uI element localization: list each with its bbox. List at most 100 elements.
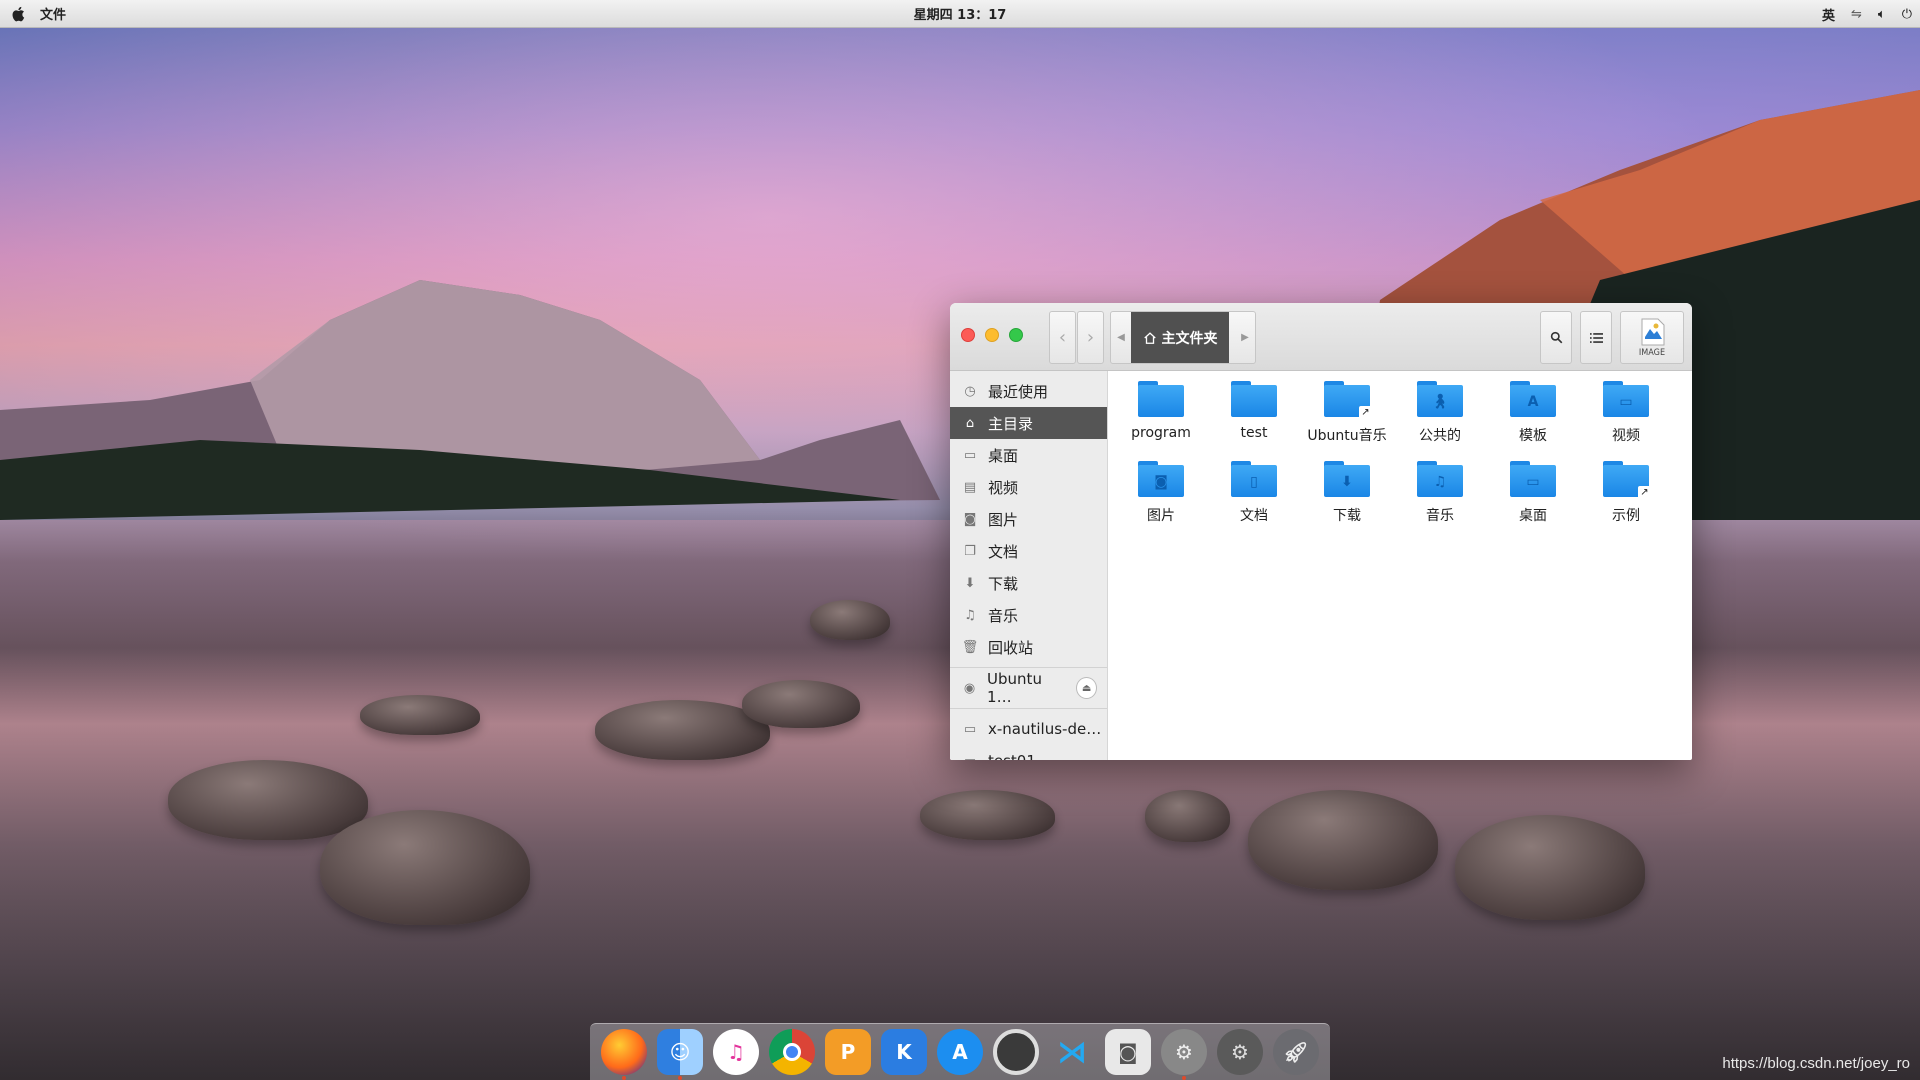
desktop-folder-icon: ▭ [1510, 461, 1556, 497]
sidebar-device-ubuntu[interactable]: ◉ Ubuntu 1… ⏏ [950, 670, 1107, 706]
network-icon[interactable]: ⇋ [1851, 7, 1862, 22]
forward-button[interactable]: › [1077, 311, 1104, 364]
system-settings-icon[interactable]: ⚙ [1161, 1029, 1207, 1080]
apple-logo-icon[interactable] [10, 5, 28, 23]
file-name: 文档 [1240, 508, 1268, 524]
kingsoft-writer-icon[interactable]: K [881, 1029, 927, 1075]
sidebar-bookmark[interactable]: ▭ x-nautilus-de… [950, 713, 1107, 745]
back-button[interactable]: ‹ [1049, 311, 1076, 364]
sidebar-item-recent[interactable]: ◷ 最近使用 [950, 375, 1107, 407]
music-icon: ♫ [964, 607, 976, 623]
sidebar-bookmark[interactable]: ▭ test01 [950, 745, 1107, 760]
breadcrumb-scroll-right[interactable]: ▶ [1235, 312, 1255, 363]
launchpad-rocket-icon[interactable]: 🚀︎ [1273, 1029, 1319, 1075]
system-tray: 英 ⇋ 🔈︎ ⏻ [1822, 5, 1912, 24]
clock-icon: ◷ [964, 383, 976, 399]
document-icon: ❐ [964, 543, 976, 559]
settings-gear-icon[interactable]: ⚙ [1217, 1029, 1263, 1075]
search-button[interactable] [1540, 311, 1572, 364]
eject-icon[interactable]: ⏏ [1076, 677, 1097, 699]
file-item[interactable]: ◙ 图片 [1118, 461, 1204, 525]
running-indicator [678, 1076, 682, 1080]
folder-icon [1231, 381, 1277, 417]
sidebar: ◷ 最近使用 ⌂ 主目录 ▭ 桌面 ▤ 视频 ◙ 图片 ❐ 文档 ⬇ 下载 ♫ 音乐 🗑︎ 回收站… [950, 371, 1108, 760]
sidebar-item-pictures[interactable]: ◙ 图片 [950, 503, 1107, 535]
power-icon[interactable]: ⏻ [1902, 7, 1912, 22]
file-item[interactable]: ↗ Ubuntu音乐 [1304, 381, 1390, 445]
maximize-window-button[interactable] [1009, 328, 1023, 342]
music-folder-icon: ♫ [1417, 461, 1463, 497]
file-item[interactable]: ▯ 文档 [1211, 461, 1297, 525]
image-button-label: IMAGE [1638, 348, 1666, 358]
dock: ☺ ♫ P K A ⋊ ◙ ⚙ ⚙ 🚀︎ [590, 1023, 1330, 1080]
file-item[interactable]: test [1211, 381, 1297, 441]
sidebar-item-label: 回收站 [988, 638, 1034, 657]
sidebar-item-videos[interactable]: ▤ 视频 [950, 471, 1107, 503]
screenshot-icon[interactable]: ◙ [1105, 1029, 1151, 1075]
app-store-icon[interactable]: A [937, 1029, 983, 1075]
volume-icon[interactable]: 🔈︎ [1878, 7, 1886, 22]
file-item[interactable]: A 模板 [1490, 381, 1576, 445]
sidebar-divider [950, 708, 1107, 709]
clock[interactable]: 星期四 13：17 [914, 4, 1007, 23]
view-options-button[interactable] [1580, 311, 1612, 364]
finder-icon[interactable]: ☺ [657, 1029, 703, 1080]
close-window-button[interactable] [961, 328, 975, 342]
wallpaper-rock [742, 680, 860, 728]
running-indicator [622, 1076, 626, 1080]
wallpaper-rock [1455, 815, 1645, 920]
breadcrumb-home[interactable]: 主文件夹 [1131, 312, 1229, 363]
vscode-icon[interactable]: ⋊ [1049, 1029, 1095, 1075]
sidebar-item-downloads[interactable]: ⬇ 下载 [950, 567, 1107, 599]
sidebar-item-documents[interactable]: ❐ 文档 [950, 535, 1107, 567]
image-preview-button[interactable]: IMAGE [1620, 311, 1684, 364]
app-menu-title[interactable]: 文件 [40, 4, 66, 23]
wallpaper-rock [1145, 790, 1230, 842]
firefox-icon[interactable] [601, 1029, 647, 1080]
file-name: 桌面 [1519, 508, 1547, 524]
file-item[interactable]: ↗ 示例 [1583, 461, 1669, 525]
input-method-indicator[interactable]: 英 [1822, 5, 1835, 24]
sidebar-item-music[interactable]: ♫ 音乐 [950, 599, 1107, 631]
minimize-window-button[interactable] [985, 328, 999, 342]
breadcrumb: ◀ 主文件夹 ▶ [1110, 311, 1256, 364]
file-item[interactable]: ▭ 视频 [1583, 381, 1669, 445]
desktop-icon: ▭ [963, 447, 977, 463]
file-name: 视频 [1612, 428, 1640, 444]
folder-icon [1138, 381, 1184, 417]
itunes-icon[interactable]: ♫ [713, 1029, 759, 1075]
sidebar-item-label: 图片 [988, 510, 1019, 529]
sidebar-item-label: 文档 [988, 542, 1019, 561]
file-item[interactable]: 🚶︎ 公共的 [1397, 381, 1483, 445]
file-item[interactable]: program [1118, 381, 1204, 441]
sidebar-divider [950, 667, 1107, 668]
wallpaper-rock [360, 695, 480, 735]
chrome-icon[interactable] [769, 1029, 815, 1075]
templates-folder-icon: A [1510, 381, 1556, 417]
file-item[interactable]: ▭ 桌面 [1490, 461, 1576, 525]
disc-icon: ◉ [963, 680, 976, 696]
folder-link-icon: ↗ [1603, 461, 1651, 499]
obs-icon[interactable] [993, 1029, 1039, 1075]
sidebar-item-desktop[interactable]: ▭ 桌面 [950, 439, 1107, 471]
file-name: test [1240, 425, 1268, 441]
file-name: 公共的 [1419, 428, 1461, 444]
sidebar-item-label: test01 [988, 752, 1036, 760]
home-icon [1143, 331, 1156, 344]
pictures-folder-icon: ◙ [1138, 461, 1184, 497]
breadcrumb-scroll-left[interactable]: ◀ [1111, 312, 1131, 363]
file-item[interactable]: ♫ 音乐 [1397, 461, 1483, 525]
file-item[interactable]: ⬇ 下载 [1304, 461, 1390, 525]
sidebar-item-home[interactable]: ⌂ 主目录 [950, 407, 1107, 439]
sidebar-item-trash[interactable]: 🗑︎ 回收站 [950, 631, 1107, 663]
video-icon: ▤ [963, 479, 977, 495]
wps-presentation-icon[interactable]: P [825, 1029, 871, 1075]
window-titlebar[interactable]: ‹ › ◀ 主文件夹 ▶ IMAGE [950, 303, 1692, 371]
chevron-left-icon: ‹ [1058, 327, 1067, 348]
trash-icon: 🗑︎ [961, 639, 979, 655]
wallpaper-rock [320, 810, 530, 925]
search-icon [1550, 331, 1562, 344]
running-indicator [1182, 1076, 1186, 1080]
list-view-icon [1589, 332, 1603, 343]
wallpaper-rock [1248, 790, 1438, 890]
